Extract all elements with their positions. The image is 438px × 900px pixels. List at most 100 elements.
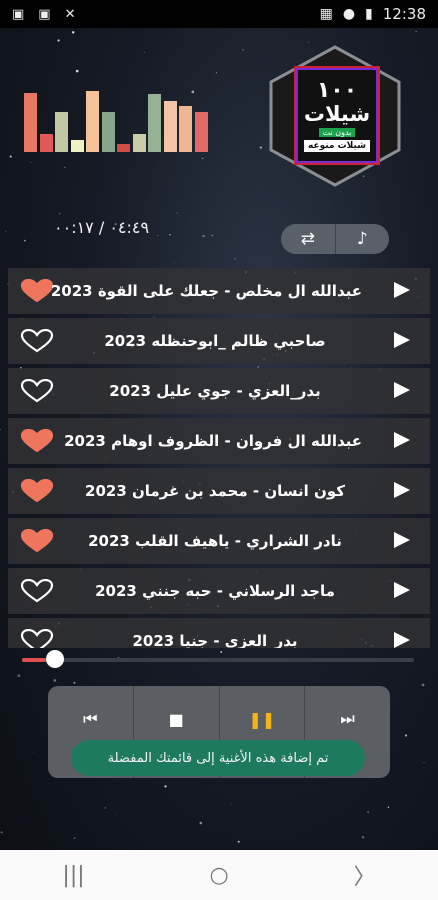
repeat-button[interactable]: ⇄ — [281, 224, 335, 254]
music-note-icon: ♪ — [356, 229, 368, 249]
song-row[interactable]: عبدالله ال مخلص - جعلك على القوة 2023 — [8, 268, 430, 314]
mode-controls: ⇄ ♪ — [281, 224, 389, 254]
skip-previous-icon: ⏮ — [83, 709, 98, 728]
equalizer-bar — [86, 91, 99, 152]
star — [404, 734, 408, 737]
equalizer-bar — [117, 144, 130, 152]
star — [237, 840, 240, 843]
heart-icon[interactable] — [20, 379, 54, 403]
star — [220, 651, 223, 653]
equalizer-bar — [194, 112, 208, 152]
song-row[interactable]: بدر_العزي - جنيا 2023 — [8, 618, 430, 648]
status-left-icons: ▣ ▣ ✕ — [12, 7, 76, 22]
song-row[interactable]: ماجد الرسلاني - حبه جنني 2023 — [8, 568, 430, 614]
lock-icon: ● — [342, 6, 356, 22]
song-title: كون انسان - محمد بن غرمان 2023 — [85, 482, 345, 500]
star — [58, 212, 61, 215]
star — [361, 836, 365, 839]
play-icon[interactable] — [394, 282, 410, 298]
star — [64, 166, 66, 168]
playback-timer: ٠٤:٤٩ / ٠٠:١٧ — [54, 218, 150, 237]
home-button[interactable]: ○ — [210, 863, 229, 888]
battery-icon: ▮ — [365, 6, 373, 22]
equalizer-bar — [39, 134, 53, 152]
star — [144, 52, 146, 53]
song-title: عبدالله ال مخلص - جعلك على القوة 2023 — [50, 282, 362, 300]
image-icon: ▦ — [319, 6, 333, 22]
star — [202, 234, 205, 238]
equalizer-bar — [179, 106, 192, 152]
star — [9, 155, 12, 158]
heart-icon[interactable] — [20, 329, 54, 353]
star — [5, 230, 7, 232]
logo-title: شيلات — [303, 101, 371, 126]
star — [33, 752, 35, 753]
play-icon[interactable] — [394, 532, 410, 548]
heart-icon[interactable] — [20, 579, 54, 603]
star — [308, 41, 310, 43]
star — [286, 35, 287, 37]
heart-icon[interactable] — [20, 629, 54, 648]
star — [201, 157, 204, 160]
play-icon[interactable] — [394, 482, 410, 498]
star — [71, 31, 75, 34]
repeat-icon: ⇄ — [300, 229, 315, 249]
play-icon[interactable] — [394, 582, 410, 598]
star — [421, 683, 425, 687]
star — [215, 72, 218, 74]
play-icon[interactable] — [394, 332, 410, 348]
star — [415, 30, 417, 33]
star — [169, 234, 171, 236]
play-icon[interactable] — [394, 382, 410, 398]
star — [387, 806, 390, 809]
star — [176, 212, 179, 214]
equalizer-bar — [24, 93, 37, 152]
play-icon[interactable] — [394, 432, 410, 448]
status-time: 12:38 — [382, 5, 426, 23]
star — [0, 831, 3, 834]
song-row[interactable]: نادر الشراري - ياهيف القلب 2023 — [8, 518, 430, 564]
star — [75, 69, 79, 73]
song-row[interactable]: عبدالله ال فروان - الظروف اوهام 2023 — [8, 418, 430, 464]
star — [73, 681, 76, 684]
seek-bar[interactable] — [22, 650, 414, 668]
gallery-icon: ▣ — [12, 6, 25, 22]
star — [30, 162, 32, 163]
recents-button[interactable]: ||| — [62, 863, 84, 888]
music-button[interactable]: ♪ — [334, 224, 390, 254]
star — [211, 234, 214, 237]
heart-icon[interactable] — [20, 479, 54, 503]
star — [116, 813, 118, 815]
song-title: بدر_العزي - جنيا 2023 — [132, 632, 298, 648]
equalizer-bar — [163, 101, 177, 152]
song-row[interactable]: كون انسان - محمد بن غرمان 2023 — [8, 468, 430, 514]
heart-icon[interactable] — [20, 429, 54, 453]
song-row[interactable]: صاحبي ظالم _ابوحنظله 2023 — [8, 318, 430, 364]
star — [173, 262, 175, 264]
equalizer-bar — [132, 134, 146, 152]
gallery-icon: ▣ — [38, 6, 51, 22]
star — [73, 60, 75, 62]
star — [423, 762, 425, 764]
star — [367, 811, 369, 813]
logo-number: ١٠٠ — [316, 77, 358, 103]
star — [242, 49, 244, 51]
star — [234, 258, 236, 260]
heart-icon[interactable] — [20, 529, 54, 553]
song-list[interactable]: عبدالله ال مخلص - جعلك على القوة 2023 صاح… — [8, 268, 430, 648]
equalizer-bar — [148, 94, 161, 152]
play-icon[interactable] — [394, 632, 410, 648]
star — [53, 679, 57, 682]
star — [24, 239, 26, 242]
back-button[interactable]: 〉 — [354, 859, 376, 891]
song-title: عبدالله ال فروان - الظروف اوهام 2023 — [64, 432, 362, 450]
seek-thumb[interactable] — [45, 650, 64, 668]
logo-caption: شيلات منوعه — [303, 139, 371, 152]
song-title: ماجد الرسلاني - حبه جنني 2023 — [95, 582, 335, 600]
pause-icon: ❚❚ — [248, 709, 276, 729]
android-nav-bar: ||| ○ 〉 — [0, 850, 438, 900]
seek-progress — [22, 658, 46, 662]
star — [230, 803, 232, 804]
heart-icon[interactable] — [20, 279, 54, 303]
song-row[interactable]: بدر_العزي - جوي عليل 2023 — [8, 368, 430, 414]
